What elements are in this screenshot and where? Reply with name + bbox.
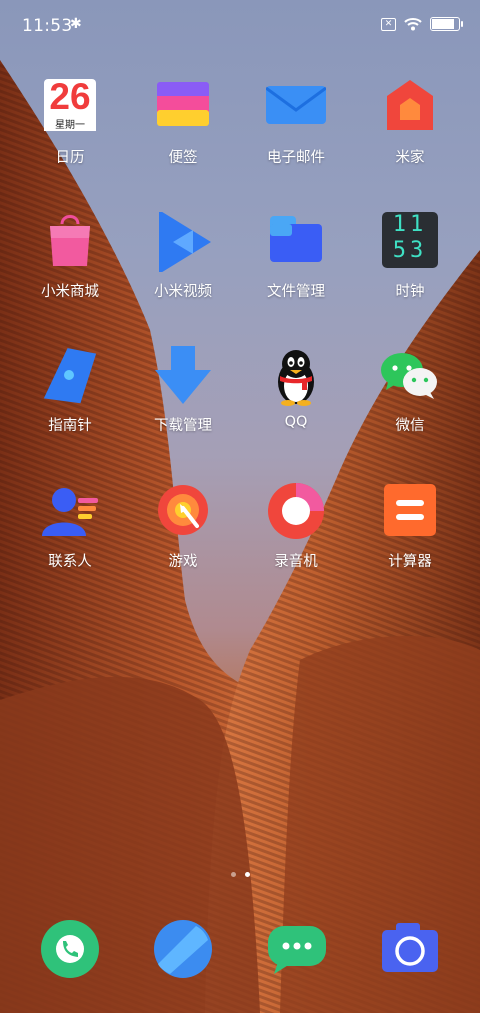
app-label: 录音机 — [274, 554, 318, 570]
calendar-weekday: 星期一 — [55, 120, 85, 131]
app-label: 米家 — [395, 150, 425, 166]
app-label: 计算器 — [388, 554, 432, 570]
phone-icon — [41, 920, 99, 978]
dock-messages[interactable] — [266, 918, 328, 980]
messages-icon — [268, 926, 326, 974]
clock-minute: 53 — [392, 238, 428, 263]
calendar-icon: 26 星期一 — [40, 76, 100, 138]
contacts-icon — [40, 482, 100, 542]
calendar-date: 26 — [49, 76, 91, 117]
shopping-bag-icon — [40, 212, 100, 272]
browser-icon — [154, 920, 212, 978]
dock-camera[interactable] — [380, 918, 442, 980]
recorder-icon — [266, 482, 326, 542]
qq-penguin-icon — [266, 346, 326, 406]
app-label: 指南针 — [48, 418, 92, 434]
app-email[interactable]: 电子邮件 — [241, 78, 351, 167]
page-dot[interactable] — [230, 872, 236, 877]
battery-icon — [430, 17, 463, 31]
app-label: 微信 — [395, 418, 425, 434]
app-label: 联系人 — [48, 554, 92, 570]
app-calculator[interactable]: 计算器 — [355, 482, 465, 571]
app-wechat[interactable]: 微信 — [355, 346, 465, 435]
app-mi-store[interactable]: 小米商城 — [15, 212, 125, 301]
app-label: 下载管理 — [154, 418, 212, 434]
app-label: 日历 — [55, 150, 85, 166]
page-dot-active[interactable] — [244, 872, 250, 877]
email-icon — [265, 78, 327, 138]
video-play-icon — [153, 210, 213, 274]
camera-icon — [382, 923, 438, 972]
app-recorder[interactable]: 录音机 — [241, 482, 351, 571]
battery-level — [432, 19, 455, 29]
app-contacts[interactable]: 联系人 — [15, 482, 125, 571]
clock-icon: 11 53 — [380, 212, 440, 272]
mijia-home-icon — [380, 78, 440, 138]
app-downloads[interactable]: 下载管理 — [128, 346, 238, 435]
app-label: 小米视频 — [154, 284, 212, 300]
game-target-icon — [153, 482, 213, 542]
wifi-icon — [404, 18, 422, 31]
compass-icon — [40, 346, 100, 406]
app-mi-video[interactable]: 小米视频 — [128, 210, 238, 301]
app-label: 小米商城 — [41, 284, 99, 300]
status-bar: 11:53 ✱ ✕ — [0, 0, 480, 52]
calculator-icon — [380, 482, 440, 542]
status-time: 11:53 — [22, 16, 73, 36]
page-indicator — [0, 872, 480, 877]
app-games[interactable]: 游戏 — [128, 482, 238, 571]
dock-phone[interactable] — [39, 918, 101, 980]
app-label: 文件管理 — [267, 284, 325, 300]
download-arrow-icon — [153, 346, 213, 406]
app-label: 时钟 — [395, 284, 425, 300]
app-file-manager[interactable]: 文件管理 — [241, 212, 351, 301]
app-compass[interactable]: 指南针 — [15, 346, 125, 435]
app-notes[interactable]: 便签 — [128, 78, 238, 167]
folder-icon — [266, 212, 326, 272]
app-clock[interactable]: 11 53 时钟 — [355, 212, 465, 301]
notes-icon — [153, 78, 213, 138]
app-label: 便签 — [168, 150, 198, 166]
no-sim-icon: ✕ — [381, 17, 396, 31]
app-label: QQ — [284, 414, 308, 430]
wechat-icon — [380, 346, 440, 406]
app-calendar[interactable]: 26 星期一 日历 — [15, 76, 125, 167]
dock-browser[interactable] — [152, 918, 214, 980]
app-label: 电子邮件 — [267, 150, 325, 166]
bluetooth-icon: ✱ — [70, 16, 82, 32]
app-qq[interactable]: QQ — [241, 346, 351, 430]
app-mijia[interactable]: 米家 — [355, 78, 465, 167]
app-label: 游戏 — [168, 554, 198, 570]
clock-hour: 11 — [392, 212, 428, 237]
